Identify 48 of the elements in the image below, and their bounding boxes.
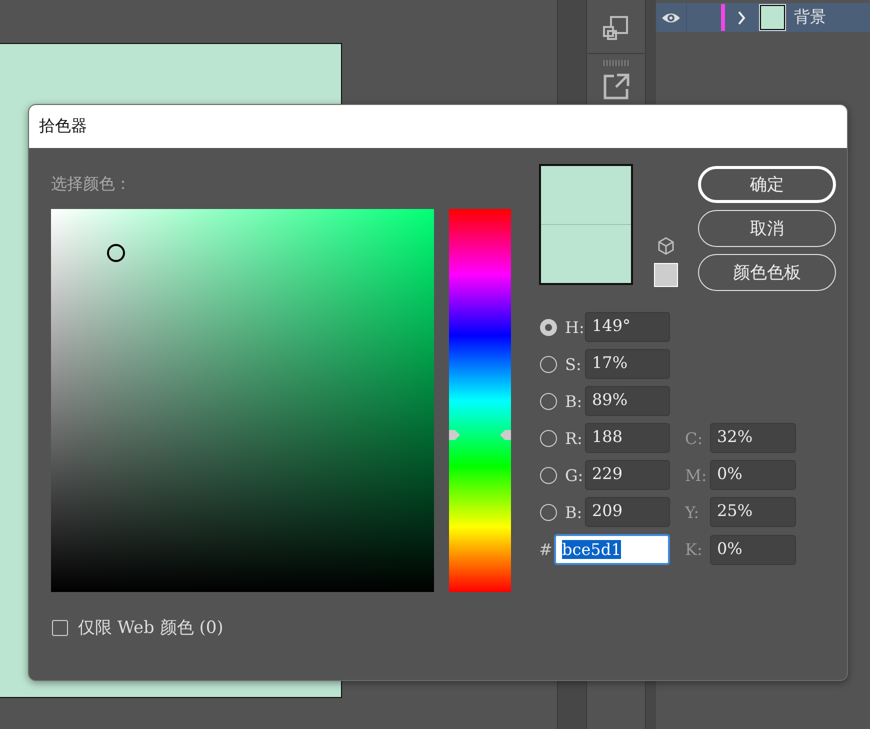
radio-button[interactable]: [540, 504, 557, 520]
dialog-button[interactable]: 取消: [698, 210, 836, 247]
field-label: M:: [685, 466, 708, 484]
field-label: K:: [685, 540, 704, 559]
arrange-icon[interactable]: [603, 16, 629, 41]
field-label: Y:: [685, 502, 700, 522]
web-safe-swatch[interactable]: [654, 263, 678, 287]
value-field[interactable]: 17%: [585, 349, 670, 379]
field-label: B:: [564, 502, 584, 522]
eye-icon[interactable]: [661, 10, 681, 24]
radio-button[interactable]: [540, 430, 557, 446]
field-label: B:: [564, 392, 584, 410]
value-field[interactable]: 0%: [710, 534, 796, 564]
layer-thumbnail: [760, 5, 785, 30]
hex-label: #: [539, 540, 554, 559]
value-field[interactable]: 209: [585, 497, 670, 527]
field-label: R:: [564, 428, 584, 448]
radio-button[interactable]: [540, 466, 557, 484]
value-field[interactable]: 149°: [585, 312, 670, 342]
field-label: H:: [564, 318, 585, 336]
dialog-button[interactable]: 颜色色板: [698, 254, 836, 291]
value-field[interactable]: 0%: [710, 460, 796, 490]
layer-row[interactable]: 背景: [656, 3, 870, 32]
hue-slider-thumb[interactable]: [449, 428, 511, 441]
hue-slider[interactable]: [449, 209, 511, 592]
color-marker[interactable]: [107, 244, 125, 262]
dialog-button[interactable]: 确定: [698, 166, 836, 203]
field-label: G:: [564, 466, 584, 484]
radio-button[interactable]: [540, 356, 557, 372]
field-label: S:: [564, 354, 582, 374]
value-field[interactable]: 89%: [585, 386, 670, 416]
grip-icon: [602, 60, 630, 66]
export-icon[interactable]: [602, 73, 630, 100]
dialog-title: 拾色器: [39, 116, 87, 137]
color-field[interactable]: [51, 209, 434, 592]
radio-button[interactable]: [540, 318, 557, 336]
web-only-label: 仅限 Web 颜色 (0): [78, 617, 224, 639]
radio-button[interactable]: [540, 392, 557, 410]
field-label: C:: [685, 428, 704, 448]
value-field[interactable]: 25%: [710, 497, 796, 527]
prompt-label: 选择颜色：: [51, 173, 132, 195]
hex-field[interactable]: bce5d1: [554, 534, 670, 565]
value-field[interactable]: 32%: [710, 423, 796, 453]
value-field[interactable]: 188: [585, 423, 670, 453]
cube-icon[interactable]: [658, 237, 674, 255]
layer-name: 背景: [794, 7, 826, 28]
web-only-checkbox[interactable]: [52, 620, 68, 636]
value-field[interactable]: 229: [585, 460, 670, 490]
